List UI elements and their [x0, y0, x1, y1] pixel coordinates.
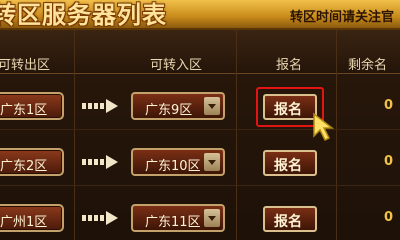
column-remaining: 剩余名: [348, 58, 388, 73]
arrow-right-icon: [82, 99, 122, 113]
source-server-label: 广东2区: [0, 159, 48, 174]
signup-button[interactable]: 报名: [263, 206, 317, 232]
column-source: 可转出区: [0, 58, 51, 73]
page-title: 转区服务器列表: [0, 1, 167, 29]
signup-button[interactable]: 报名: [263, 150, 317, 176]
column-signup: 报名: [276, 58, 303, 73]
column-target: 可转入区: [150, 58, 203, 73]
remaining-count: 0: [384, 154, 394, 169]
source-server-label: 广东1区: [0, 103, 48, 118]
table-row: 广州1区 广东11区 报名 0: [0, 186, 400, 240]
source-server-button[interactable]: 广州1区: [0, 204, 64, 232]
table-row: 广东2区 广东10区 报名 0: [0, 130, 400, 186]
target-server-value: 广东11区: [145, 215, 201, 230]
target-server-value: 广东10区: [145, 159, 201, 174]
remaining-count: 0: [384, 98, 394, 113]
dropdown-arrow-icon[interactable]: [204, 97, 220, 115]
source-server-button[interactable]: 广东2区: [0, 148, 64, 176]
signup-label: 报名: [274, 214, 302, 230]
signup-button[interactable]: 报名: [263, 94, 317, 120]
target-server-select[interactable]: 广东11区: [131, 204, 225, 232]
target-server-select[interactable]: 广东9区: [131, 92, 225, 120]
target-server-value: 广东9区: [145, 103, 193, 118]
table-row: 广东1区 广东9区 报名 0: [0, 74, 400, 142]
dropdown-arrow-icon[interactable]: [204, 209, 220, 227]
source-server-button[interactable]: 广东1区: [0, 92, 64, 120]
dropdown-arrow-icon[interactable]: [204, 153, 220, 171]
server-table: 可转出区 可转入区 报名 剩余名 广东1区 广东9区 报名 0 广东2区 广东1…: [0, 30, 400, 240]
signup-label: 报名: [274, 158, 302, 174]
table-header: 可转出区 可转入区 报名 剩余名: [0, 30, 400, 74]
arrow-right-icon: [82, 155, 122, 169]
arrow-right-icon: [82, 211, 122, 225]
remaining-count: 0: [384, 210, 394, 225]
transfer-time-notice: 转区时间请关注官: [289, 10, 394, 25]
source-server-label: 广州1区: [0, 215, 48, 230]
target-server-select[interactable]: 广东10区: [131, 148, 225, 176]
signup-label: 报名: [274, 102, 302, 118]
header-banner: 转区服务器列表 转区时间请关注官: [0, 0, 400, 30]
